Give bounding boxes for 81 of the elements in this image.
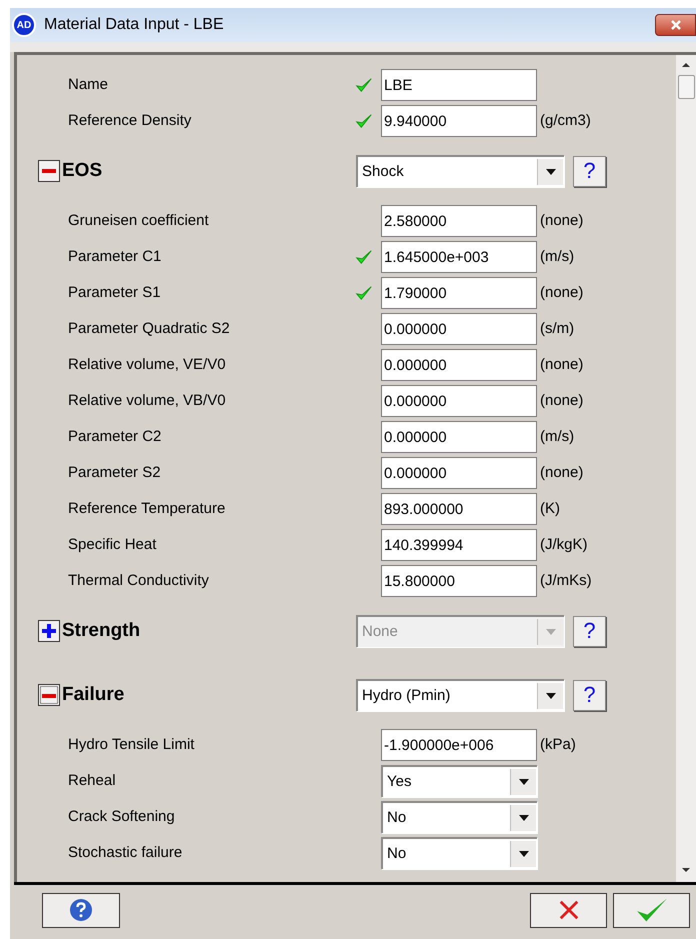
unit-label: (J/mKs) [540,570,592,591]
section-title: Strength [62,618,142,643]
unit-label: (J/kgK) [540,534,588,555]
unit-label: (m/s) [540,426,574,447]
field-label: Parameter S2 [68,462,162,483]
field-label: Stochastic failure [68,842,184,863]
input-field[interactable]: -1.900000e+006 [381,729,537,761]
input-field[interactable]: 15.800000 [381,565,537,597]
help-button[interactable]: ? [573,616,606,646]
scroll-up-icon[interactable] [682,63,690,67]
collapse-toggle[interactable] [38,160,60,182]
section-title: Failure [62,682,126,707]
caret-icon [518,851,528,857]
close-icon [558,899,580,921]
unit-label: (none) [540,210,584,231]
field-label: Reference Density [68,110,192,131]
caret-icon [518,779,528,785]
close-button[interactable] [655,14,696,36]
unit-label: (g/cm3) [540,110,591,131]
input-field[interactable]: 9.940000 [381,105,537,137]
input-field[interactable]: 893.000000 [381,493,537,525]
unit-label: (K) [540,498,560,519]
checkmark-icon [355,248,373,266]
unit-label: (none) [540,390,584,411]
caret-icon [546,169,556,175]
app-logo: AD [12,13,36,37]
close-icon [670,19,682,31]
expand-toggle[interactable] [38,620,60,642]
field-label: Parameter C2 [68,426,162,447]
scrollbar[interactable] [676,55,696,882]
unit-label: (none) [540,462,584,483]
model-dropdown[interactable]: Hydro (Pmin) [356,679,564,711]
checkmark-icon [355,76,373,94]
caret-icon [546,629,556,635]
dropdown[interactable]: Yes [381,765,537,797]
field-label: Gruneisen coefficient [68,210,210,231]
unit-label: (s/m) [540,318,574,339]
input-field[interactable]: 1.790000 [381,277,537,309]
scroll-thumb[interactable] [678,75,694,99]
dropdown[interactable]: No [381,837,537,869]
field-label: Parameter C1 [68,246,162,267]
unit-label: (kPa) [540,734,576,755]
window-title: Material Data Input - LBE [44,15,224,35]
field-label: Parameter Quadratic S2 [68,318,231,339]
input-field[interactable]: 1.645000e+003 [381,241,537,273]
ok-button[interactable] [613,892,690,928]
help-button[interactable]: ? [573,680,606,710]
field-label: Specific Heat [68,534,158,555]
help-button[interactable]: ? [573,156,606,186]
field-label: Parameter S1 [68,282,162,303]
caret-icon [546,693,556,699]
field-label: Thermal Conductivity [68,570,210,591]
input-field[interactable]: 2.580000 [381,205,537,237]
unit-label: (none) [540,354,584,375]
input-field[interactable]: 0.000000 [381,421,537,453]
checkmark-icon [355,112,373,130]
field-label: Relative volume, VE/V0 [68,354,227,375]
scroll-down-icon[interactable] [682,868,690,872]
field-label: Name [68,74,110,95]
help-icon [69,898,93,922]
field-label: Reheal [68,770,117,791]
section-title: EOS [62,158,104,183]
input-field[interactable]: 0.000000 [381,349,537,381]
help-button[interactable] [42,892,120,928]
field-label: Hydro Tensile Limit [68,734,196,755]
dropdown[interactable]: No [381,801,537,833]
field-label: Crack Softening [68,806,176,827]
checkmark-icon [636,897,668,923]
unit-label: (m/s) [540,246,574,267]
input-field[interactable]: 0.000000 [381,385,537,417]
checkmark-icon [355,284,373,302]
input-field[interactable]: LBE [381,69,537,101]
input-field[interactable]: 0.000000 [381,457,537,489]
unit-label: (none) [540,282,584,303]
field-label: Reference Temperature [68,498,226,519]
model-dropdown[interactable]: Shock [356,155,564,187]
caret-icon [518,815,528,821]
field-label: Relative volume, VB/V0 [68,390,227,411]
input-field[interactable]: 0.000000 [381,313,537,345]
cancel-button[interactable] [530,892,607,928]
input-field[interactable]: 140.399994 [381,529,537,561]
